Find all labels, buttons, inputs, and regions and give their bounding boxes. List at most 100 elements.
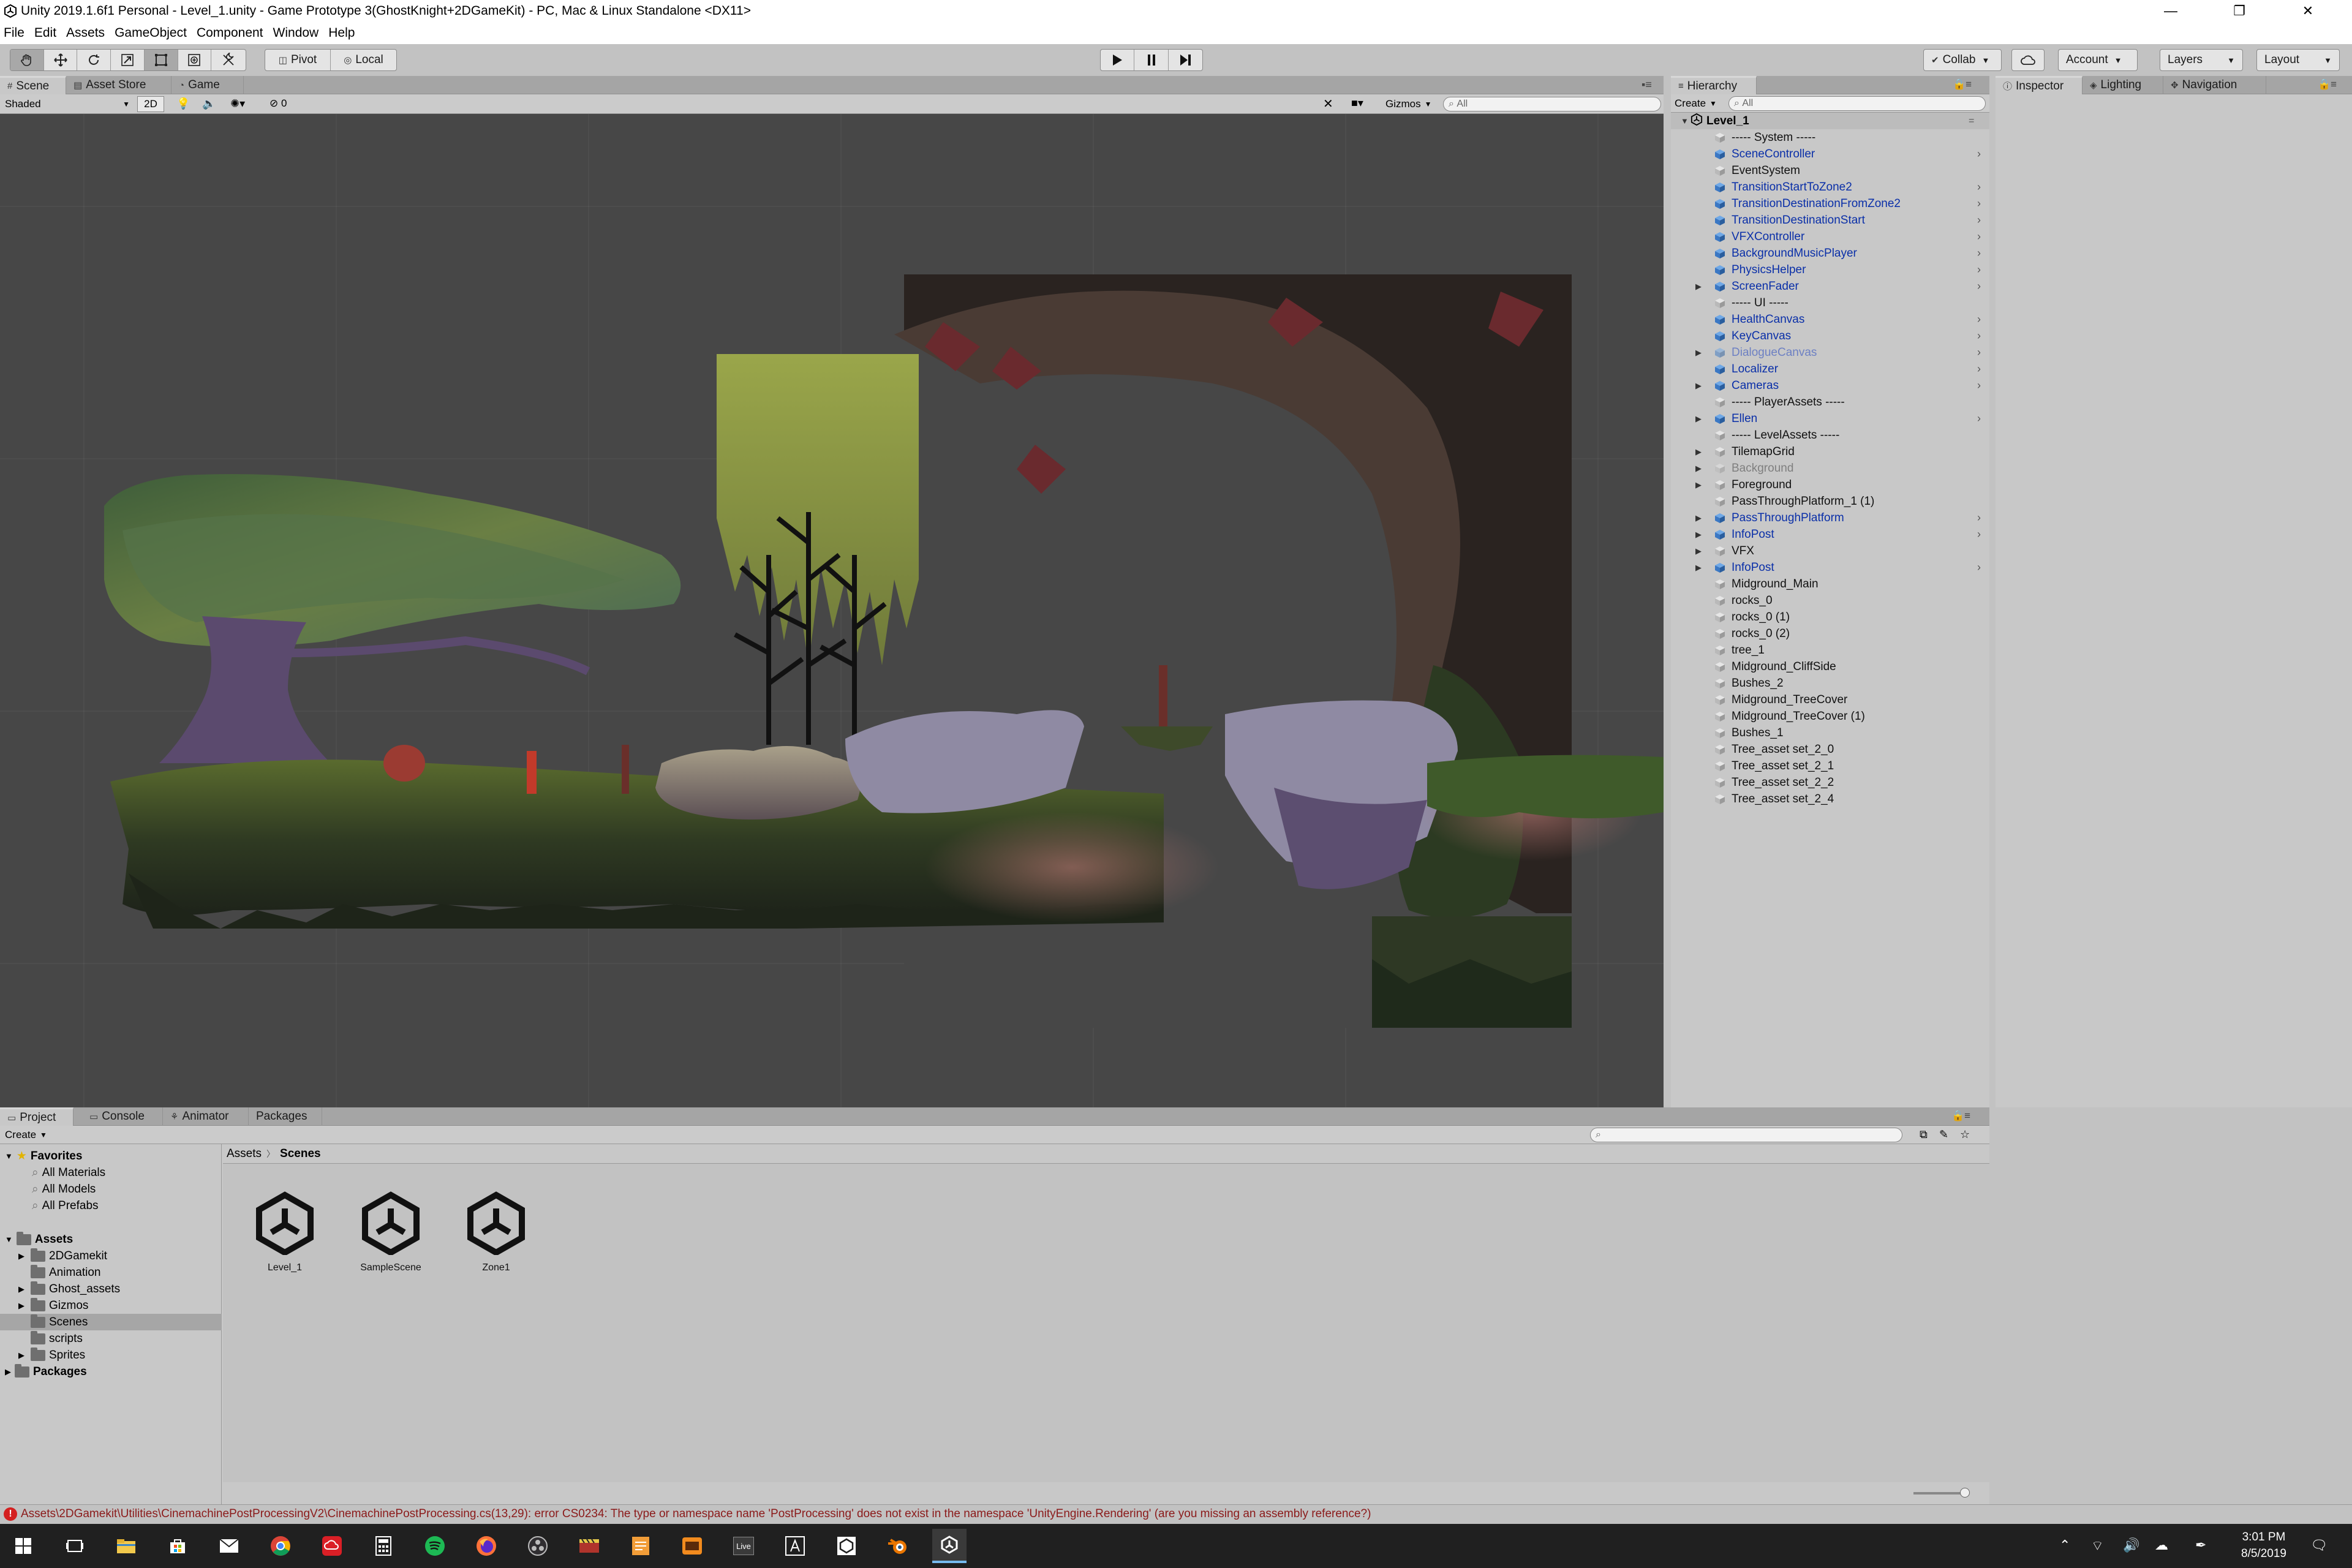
hierarchy-item[interactable]: ▶ DialogueCanvas › [1671, 344, 1989, 361]
hierarchy-item[interactable]: Tree_asset set_2_4 [1671, 791, 1989, 807]
chevron-right-icon[interactable]: › [1977, 214, 1981, 227]
folder-row-ghost_assets[interactable]: ▶ Ghost_assets [0, 1281, 222, 1297]
folder-row-2dgamekit[interactable]: ▶ 2DGamekit [0, 1248, 222, 1264]
hidden-objects-toggle[interactable]: ⊘ 0 [270, 97, 287, 110]
expand-arrow-icon[interactable]: ▶ [1695, 282, 1702, 292]
2d-mode-toggle[interactable]: 2D [137, 96, 164, 112]
hierarchy-item[interactable]: Midground_TreeCover (1) [1671, 708, 1989, 725]
lock-icon[interactable]: 🔒≡ [1951, 1110, 1970, 1122]
expand-arrow-icon[interactable]: ▶ [1695, 414, 1702, 424]
project-search-input[interactable]: ⌕ [1590, 1128, 1902, 1142]
hierarchy-item[interactable]: Midground_CliffSide [1671, 658, 1989, 675]
tab-inspector[interactable]: ⓘ Inspector [1996, 76, 2082, 94]
scene-asset-zone1[interactable]: Zone1 [456, 1191, 536, 1273]
play-button[interactable] [1101, 50, 1135, 70]
hierarchy-item[interactable]: ▶ Foreground [1671, 477, 1989, 493]
layout-dropdown[interactable]: Layout ▼ [2256, 49, 2340, 71]
chevron-right-icon[interactable]: › [1977, 363, 1981, 375]
hierarchy-item[interactable]: TransitionDestinationFromZone2 › [1671, 195, 1989, 212]
slider-handle[interactable] [1960, 1488, 1970, 1498]
file-explorer-button[interactable] [109, 1529, 143, 1563]
scale-tool-button[interactable] [111, 50, 145, 70]
hierarchy-item[interactable]: Bushes_1 [1671, 725, 1989, 741]
folder-row-scripts[interactable]: scripts [0, 1330, 222, 1347]
hierarchy-search-input[interactable]: ⌕ All [1728, 96, 1986, 111]
obs-button[interactable] [521, 1529, 555, 1563]
minimize-button[interactable]: — [2136, 0, 2205, 22]
hierarchy-item[interactable]: ▶ InfoPost › [1671, 526, 1989, 543]
expand-arrow-icon[interactable]: ▶ [1695, 447, 1702, 457]
expand-arrow-icon[interactable]: ▶ [18, 1351, 31, 1360]
favorite-item[interactable]: ⌕ All Prefabs [32, 1197, 99, 1214]
rotate-tool-button[interactable] [77, 50, 111, 70]
hierarchy-item[interactable]: ▶ Cameras › [1671, 377, 1989, 394]
spotify-button[interactable] [418, 1529, 452, 1563]
chevron-right-icon[interactable]: › [1977, 197, 1981, 210]
scene-asset-samplescene[interactable]: SampleScene [351, 1191, 431, 1273]
hand-tool-button[interactable] [10, 50, 44, 70]
hierarchy-item[interactable]: PassThroughPlatform_1 (1) [1671, 493, 1989, 510]
tab-packages[interactable]: Packages [249, 1107, 322, 1126]
hierarchy-item[interactable]: ▶ InfoPost › [1671, 559, 1989, 576]
chevron-right-icon[interactable]: › [1977, 528, 1981, 541]
expand-arrow-icon[interactable]: ▶ [1695, 464, 1702, 473]
restore-button[interactable]: ❐ [2205, 0, 2274, 22]
hierarchy-item[interactable]: EventSystem [1671, 162, 1989, 179]
expand-arrow-icon[interactable]: ▶ [1695, 513, 1702, 523]
hierarchy-create-dropdown[interactable]: Create ▼ [1675, 96, 1724, 111]
hierarchy-item[interactable]: ▶ Ellen › [1671, 410, 1989, 427]
scene-root-row[interactable]: ▼ Level_1 = [1671, 113, 1989, 129]
transform-tool-button[interactable] [178, 50, 212, 70]
hierarchy-item[interactable]: PhysicsHelper › [1671, 262, 1989, 278]
project-create-dropdown[interactable]: Create ▼ [5, 1128, 54, 1142]
hierarchy-item[interactable]: ▶ ScreenFader › [1671, 278, 1989, 295]
video-editor-button[interactable] [572, 1529, 606, 1563]
task-view-button[interactable] [58, 1529, 92, 1563]
onedrive-icon[interactable]: ☁ [2155, 1537, 2168, 1553]
hierarchy-item[interactable]: Midground_Main [1671, 576, 1989, 592]
hierarchy-item[interactable]: BackgroundMusicPlayer › [1671, 245, 1989, 262]
scene-search-input[interactable]: ⌕ All [1443, 97, 1661, 111]
tab-scene[interactable]: # Scene [0, 76, 66, 94]
hierarchy-item[interactable]: Localizer › [1671, 361, 1989, 377]
expand-arrow-icon[interactable]: ▼ [1681, 116, 1689, 126]
hierarchy-item[interactable]: Midground_TreeCover [1671, 692, 1989, 708]
chevron-right-icon[interactable]: › [1977, 511, 1981, 524]
hierarchy-item[interactable]: rocks_0 (1) [1671, 609, 1989, 625]
menu-component[interactable]: Component [197, 26, 263, 40]
expand-arrow-icon[interactable]: ▶ [18, 1301, 31, 1311]
chevron-up-icon[interactable]: ⌃ [2059, 1537, 2070, 1553]
expand-arrow-icon[interactable]: ▶ [18, 1284, 31, 1294]
collab-dropdown[interactable]: ✔ Collab ▼ [1923, 49, 2002, 71]
chevron-right-icon[interactable]: › [1977, 181, 1981, 194]
favorites-row[interactable]: ▼ ★ Favorites [5, 1148, 82, 1164]
hierarchy-item[interactable]: SceneController › [1671, 146, 1989, 162]
hierarchy-item[interactable]: ▶ TilemapGrid [1671, 443, 1989, 460]
effects-icon[interactable]: ✺▾ [230, 97, 245, 110]
chevron-right-icon[interactable]: › [1977, 230, 1981, 243]
firefox-button[interactable] [469, 1529, 503, 1563]
scene-asset-level-1[interactable]: Level_1 [245, 1191, 325, 1273]
pause-button[interactable] [1134, 50, 1169, 70]
menu-help[interactable]: Help [328, 26, 355, 40]
notes-app-button[interactable] [624, 1529, 658, 1563]
scene-view[interactable] [0, 114, 1664, 1107]
icon-size-slider[interactable] [1913, 1488, 1970, 1498]
expand-arrow-icon[interactable]: ▶ [1695, 480, 1702, 490]
expand-arrow-icon[interactable]: ▶ [1695, 381, 1702, 391]
gizmos-dropdown[interactable]: Gizmos ▼ [1385, 97, 1437, 111]
hierarchy-item[interactable]: ----- LevelAssets ----- [1671, 427, 1989, 443]
lock-icon[interactable]: 🔒≡ [1953, 78, 1972, 91]
menu-assets[interactable]: Assets [66, 26, 105, 40]
folder-row-animation[interactable]: Animation [0, 1264, 222, 1281]
account-dropdown[interactable]: Account ▼ [2058, 49, 2138, 71]
tab-project[interactable]: ▭ Project [0, 1107, 74, 1126]
hierarchy-item[interactable]: ----- System ----- [1671, 129, 1989, 146]
tab-hierarchy[interactable]: ≡ Hierarchy [1671, 76, 1757, 94]
folder-row-scenes[interactable]: Scenes [0, 1314, 222, 1330]
status-bar[interactable]: ! Assets\2DGamekit\Utilities\Cinemachine… [0, 1504, 2352, 1523]
unity-hub-button[interactable] [829, 1529, 864, 1563]
live-app-button[interactable]: Live [726, 1529, 761, 1563]
menu-window[interactable]: Window [273, 26, 319, 40]
folder-row-sprites[interactable]: ▶ Sprites [0, 1347, 222, 1363]
